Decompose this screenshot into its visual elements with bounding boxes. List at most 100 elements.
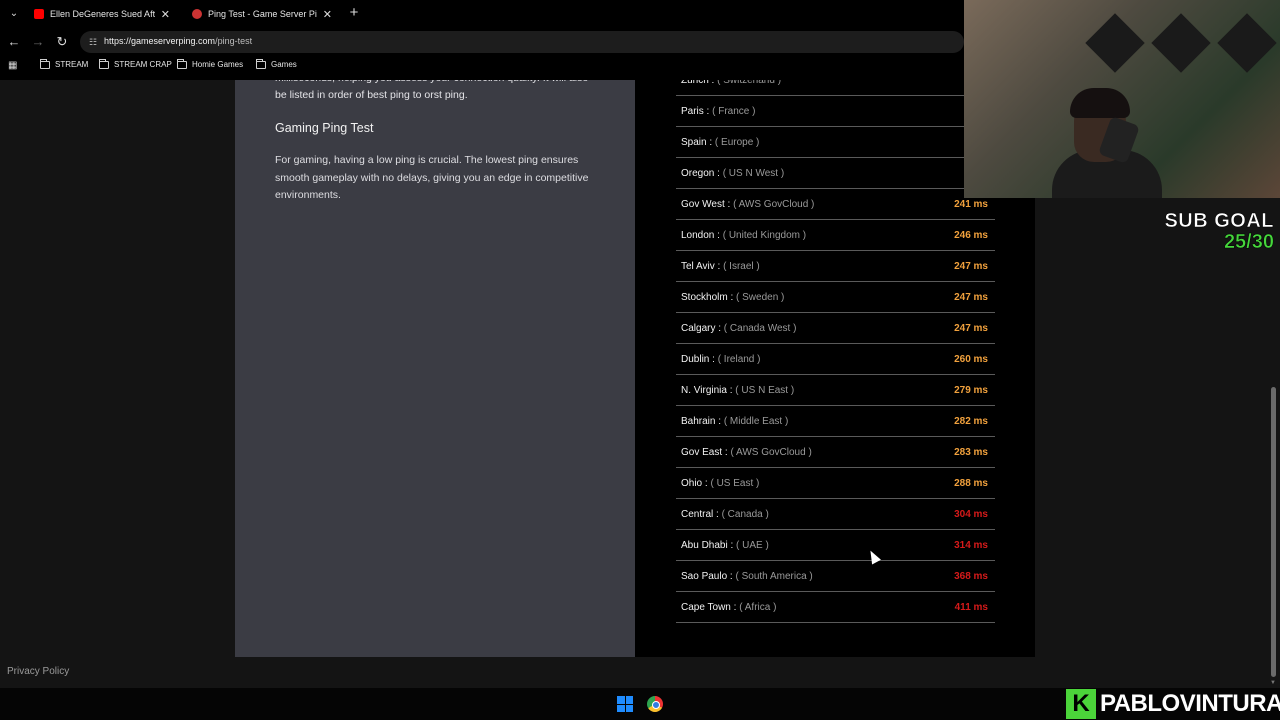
folder-icon: [99, 58, 109, 69]
ping-city: Ohio :: [681, 478, 708, 489]
ping-location: London : ( United Kingdom ): [681, 230, 806, 241]
wall-panel-shape: [1217, 13, 1277, 73]
ping-row: Gov East : ( AWS GovCloud ) 283 ms: [676, 437, 995, 468]
tab-ping-test[interactable]: Ping Test - Game Server Ping ✕: [184, 2, 340, 26]
scroll-down-icon[interactable]: ▼: [1269, 680, 1277, 686]
ping-ms: 282 ms: [954, 416, 988, 427]
chrome-icon[interactable]: [647, 696, 663, 712]
ping-row: Sao Paulo : ( South America ) 368 ms: [676, 561, 995, 592]
tab-youtube[interactable]: Ellen DeGeneres Sued After Fle ✕: [26, 2, 178, 26]
ping-row: N. Virginia : ( US N East ) 279 ms: [676, 375, 995, 406]
brand-name: PABLOVINTURA: [1100, 689, 1280, 717]
ping-city: Gov West :: [681, 199, 731, 210]
ping-results-list: Zurich : ( Switzerland )22Paris : ( Fran…: [676, 80, 995, 623]
ping-ms: 246 ms: [954, 230, 988, 241]
ping-ms: 241 ms: [954, 199, 988, 210]
ping-city: Abu Dhabi :: [681, 540, 734, 551]
ping-region: ( Canada West ): [723, 323, 797, 334]
ping-city: Calgary :: [681, 323, 722, 334]
ping-region: ( AWS GovCloud ): [733, 199, 815, 210]
ping-location: Gov East : ( AWS GovCloud ): [681, 447, 812, 458]
ping-location: Bahrain : ( Middle East ): [681, 416, 788, 427]
back-arrow-icon[interactable]: ←: [6, 34, 22, 50]
ping-location: Oregon : ( US N West ): [681, 168, 784, 179]
ping-region: ( AWS GovCloud ): [730, 447, 812, 458]
folder-icon: [256, 58, 266, 69]
url-text: https://gameserverping.com/ping-test: [104, 36, 253, 46]
youtube-icon: [34, 9, 44, 19]
apps-grid-icon[interactable]: ▦: [8, 60, 20, 72]
ping-row: Stockholm : ( Sweden ) 247 ms: [676, 282, 995, 313]
ping-ms: 304 ms: [954, 509, 988, 520]
ping-location: Spain : ( Europe ): [681, 137, 759, 148]
close-tab-icon[interactable]: ✕: [323, 8, 332, 21]
ping-row: Oregon : ( US N West )23: [676, 158, 995, 189]
ping-row: Zurich : ( Switzerland )22: [676, 80, 995, 96]
forward-arrow-icon[interactable]: →: [30, 34, 46, 50]
ping-row: Dublin : ( Ireland ) 260 ms: [676, 344, 995, 375]
ping-row: Paris : ( France )23: [676, 96, 995, 127]
ping-region: ( Africa ): [739, 602, 777, 613]
ping-location: Stockholm : ( Sweden ): [681, 292, 784, 303]
ping-city: Gov East :: [681, 447, 728, 458]
ping-region: ( Middle East ): [723, 416, 789, 427]
ping-region: ( UAE ): [736, 540, 769, 551]
tab-label: Ping Test - Game Server Ping: [208, 9, 317, 19]
ping-row: London : ( United Kingdom ) 246 ms: [676, 220, 995, 251]
tab-label: Ellen DeGeneres Sued After Fle: [50, 9, 155, 19]
ping-region: ( France ): [712, 106, 756, 117]
ping-ms: 279 ms: [954, 385, 988, 396]
ping-location: Gov West : ( AWS GovCloud ): [681, 199, 814, 210]
tab-search-chevron-icon[interactable]: ⌄: [6, 6, 22, 22]
ping-city: Cape Town :: [681, 602, 737, 613]
bookmark-games[interactable]: Games: [256, 58, 297, 69]
info-panel: milliseconds, helping you assess your co…: [235, 80, 635, 657]
ping-city: Dublin :: [681, 354, 715, 365]
ping-region: ( US N West ): [722, 168, 785, 179]
intro-paragraph: milliseconds, helping you assess your co…: [275, 80, 588, 101]
ping-region: ( Canada ): [721, 509, 769, 520]
folder-icon: [40, 58, 50, 69]
screen: ⌄ Ellen DeGeneres Sued After Fle ✕ Ping …: [0, 0, 1280, 720]
gaming-paragraph: For gaming, having a low ping is crucial…: [275, 154, 589, 201]
ping-ms: 247 ms: [954, 292, 988, 303]
bookmark-homie-games[interactable]: Homie Games: [177, 58, 243, 69]
ping-region: ( Ireland ): [717, 354, 761, 365]
ping-region: ( Europe ): [714, 137, 760, 148]
close-tab-icon[interactable]: ✕: [161, 8, 170, 21]
streamer-brand: K PABLOVINTURA: [1066, 688, 1280, 719]
ping-ms: 368 ms: [954, 571, 988, 582]
address-bar[interactable]: ☷ https://gameserverping.com/ping-test: [80, 31, 964, 53]
scrollbar-thumb[interactable]: [1271, 387, 1276, 677]
ping-city: Central :: [681, 509, 719, 520]
streamer-hair: [1070, 88, 1130, 118]
ping-row: Tel Aviv : ( Israel ) 247 ms: [676, 251, 995, 282]
ping-row: Calgary : ( Canada West ) 247 ms: [676, 313, 995, 344]
ping-city: Oregon :: [681, 168, 720, 179]
ping-ms: 247 ms: [954, 323, 988, 334]
site-info-icon[interactable]: ☷: [87, 36, 99, 48]
ping-city: Paris :: [681, 106, 710, 117]
wall-panel-shape: [1151, 13, 1211, 73]
ping-city: Spain :: [681, 137, 713, 148]
ping-row: Cape Town : ( Africa ) 411 ms: [676, 592, 995, 623]
ping-city: Zurich :: [681, 80, 715, 86]
reload-icon[interactable]: ↻: [54, 34, 70, 50]
ping-location: Dublin : ( Ireland ): [681, 354, 760, 365]
ping-ms: 314 ms: [954, 540, 988, 551]
ping-location: Cape Town : ( Africa ): [681, 602, 776, 613]
windows-start-icon[interactable]: [617, 696, 633, 712]
wall-panel-shape: [1085, 13, 1145, 73]
ping-location: Paris : ( France ): [681, 106, 755, 117]
ping-ms: 260 ms: [954, 354, 988, 365]
privacy-policy-link[interactable]: Privacy Policy: [7, 666, 69, 677]
ping-row: Spain : ( Europe )23: [676, 127, 995, 158]
ping-region: ( US N East ): [735, 385, 795, 396]
new-tab-plus-icon[interactable]: +: [346, 4, 362, 22]
ping-location: Calgary : ( Canada West ): [681, 323, 796, 334]
ping-location: Tel Aviv : ( Israel ): [681, 261, 760, 272]
ping-row: Gov West : ( AWS GovCloud ) 241 ms: [676, 189, 995, 220]
bookmark-stream-crap[interactable]: STREAM CRAP: [99, 58, 172, 69]
bookmark-stream[interactable]: STREAM: [40, 58, 88, 69]
ping-city: Sao Paulo :: [681, 571, 733, 582]
